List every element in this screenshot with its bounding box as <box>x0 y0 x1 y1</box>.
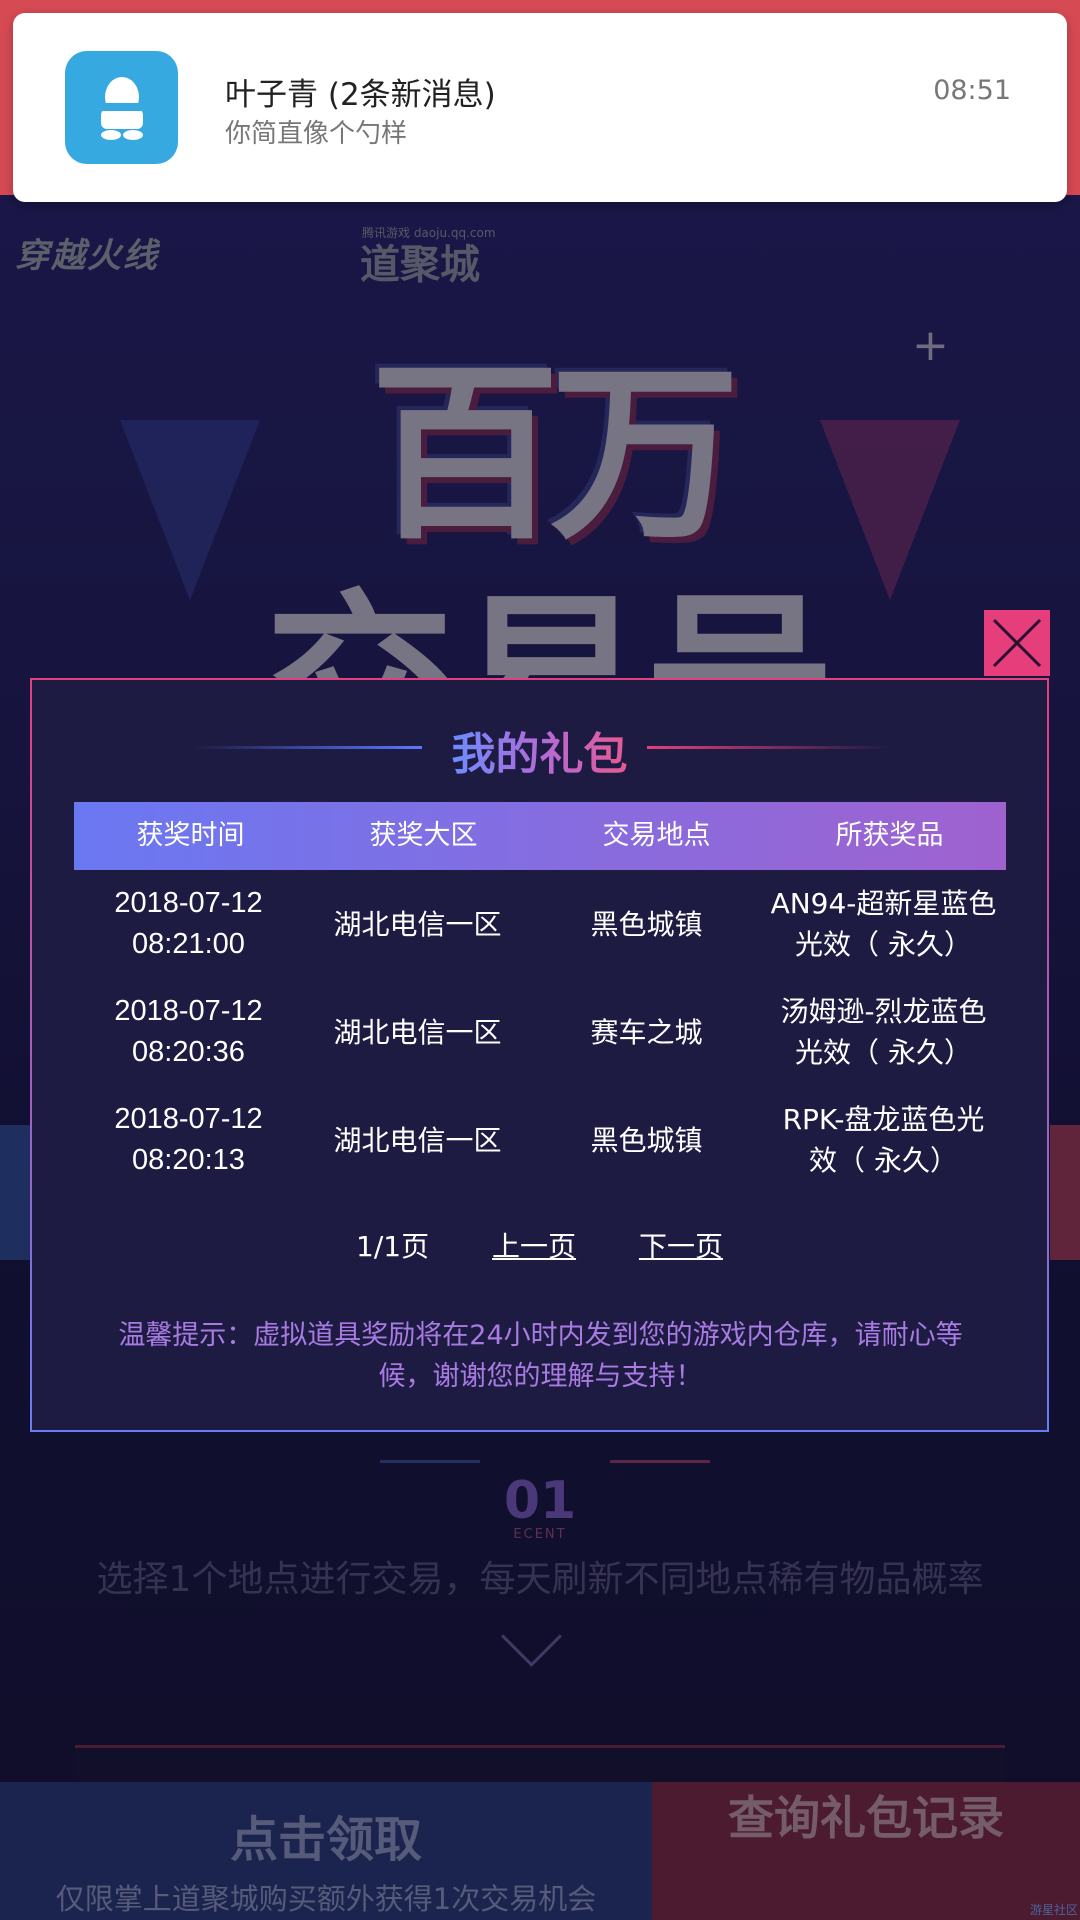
pagination: 1/1页 上一页 下一页 <box>32 1225 1047 1265</box>
cell-location: 黑色城镇 <box>590 1123 703 1157</box>
table-row: 2018-07-12 08:20:13 湖北电信一区 黑色城镇 RPK-盘龙蓝色光… <box>74 1086 1006 1194</box>
cell-time: 2018-07-12 08:21:00 <box>74 883 303 965</box>
cell-date: 2018-07-12 <box>114 1103 263 1135</box>
notification-message: 你简直像个勺样 <box>225 119 408 149</box>
next-page-link[interactable]: 下一页 <box>639 1230 723 1263</box>
cell-clock: 08:20:36 <box>132 1036 245 1068</box>
cell-prize: AN94-超新星蓝色 光效（ 永久） <box>761 883 1006 965</box>
notification-banner[interactable]: 叶子青 (2条新消息) 你简直像个勺样 08:51 <box>13 13 1067 202</box>
table-header: 获奖时间 获奖大区 交易地点 所获奖品 <box>74 802 1006 870</box>
cell-prize-line1: 汤姆逊-烈龙蓝色 <box>780 995 987 1028</box>
cell-time: 2018-07-12 08:20:13 <box>74 1099 303 1181</box>
column-header-prize: 所获奖品 <box>835 820 944 851</box>
notification-time: 08:51 <box>933 75 1011 106</box>
cell-location: 黑色城镇 <box>590 907 703 941</box>
dialog-title: 我的礼包 <box>32 718 1047 782</box>
cell-prize-line2: 效（ 永久） <box>809 1144 958 1177</box>
cell-region: 湖北电信一区 <box>333 907 502 941</box>
warm-tip-line2: 候，谢谢您的理解与支持！ <box>378 1361 703 1392</box>
cell-date: 2018-07-12 <box>114 887 263 919</box>
column-header-location: 交易地点 <box>602 820 711 851</box>
column-header-time: 获奖时间 <box>136 820 245 851</box>
table-row: 2018-07-12 08:20:36 湖北电信一区 赛车之城 汤姆逊-烈龙蓝色光… <box>74 978 1006 1086</box>
warm-tip-line1: 温馨提示：虚拟道具奖励将在24小时内发到您的游戏内仓库，请耐心等 <box>118 1320 963 1351</box>
cell-prize: RPK-盘龙蓝色光 效（ 永久） <box>761 1099 1006 1181</box>
cell-time: 2018-07-12 08:20:36 <box>74 991 303 1073</box>
qq-penguin-icon <box>65 51 178 164</box>
cell-prize-line2: 光效（ 永久） <box>795 1036 972 1069</box>
table-row: 2018-07-12 08:21:00 湖北电信一区 黑色城镇 AN94-超新星蓝… <box>74 870 1006 978</box>
cell-prize-line1: RPK-盘龙蓝色光 <box>782 1103 985 1136</box>
cell-prize: 汤姆逊-烈龙蓝色 光效（ 永久） <box>761 991 1006 1073</box>
cell-region: 湖北电信一区 <box>333 1015 502 1049</box>
cell-region: 湖北电信一区 <box>333 1123 502 1157</box>
column-header-region: 获奖大区 <box>369 820 478 851</box>
cell-date: 2018-07-12 <box>114 995 263 1027</box>
my-gift-dialog: 我的礼包 获奖时间 获奖大区 交易地点 所获奖品 2018-07-12 08:21… <box>30 678 1049 1432</box>
cell-clock: 08:21:00 <box>132 928 245 960</box>
notification-title: 叶子青 (2条新消息) <box>225 77 496 113</box>
cell-location: 赛车之城 <box>590 1015 703 1049</box>
cell-clock: 08:20:13 <box>132 1144 245 1176</box>
cell-prize-line2: 光效（ 永久） <box>795 928 972 961</box>
page-indicator: 1/1页 <box>356 1230 430 1263</box>
prev-page-link[interactable]: 上一页 <box>492 1230 576 1263</box>
warm-tip: 温馨提示：虚拟道具奖励将在24小时内发到您的游戏内仓库，请耐心等 候，谢谢您的理… <box>68 1315 1013 1397</box>
gift-table: 获奖时间 获奖大区 交易地点 所获奖品 2018-07-12 08:21:00 湖… <box>74 802 1006 1194</box>
dialog-title-text: 我的礼包 <box>451 729 628 780</box>
close-icon[interactable] <box>984 610 1050 676</box>
cell-prize-line1: AN94-超新星蓝色 <box>770 887 997 920</box>
